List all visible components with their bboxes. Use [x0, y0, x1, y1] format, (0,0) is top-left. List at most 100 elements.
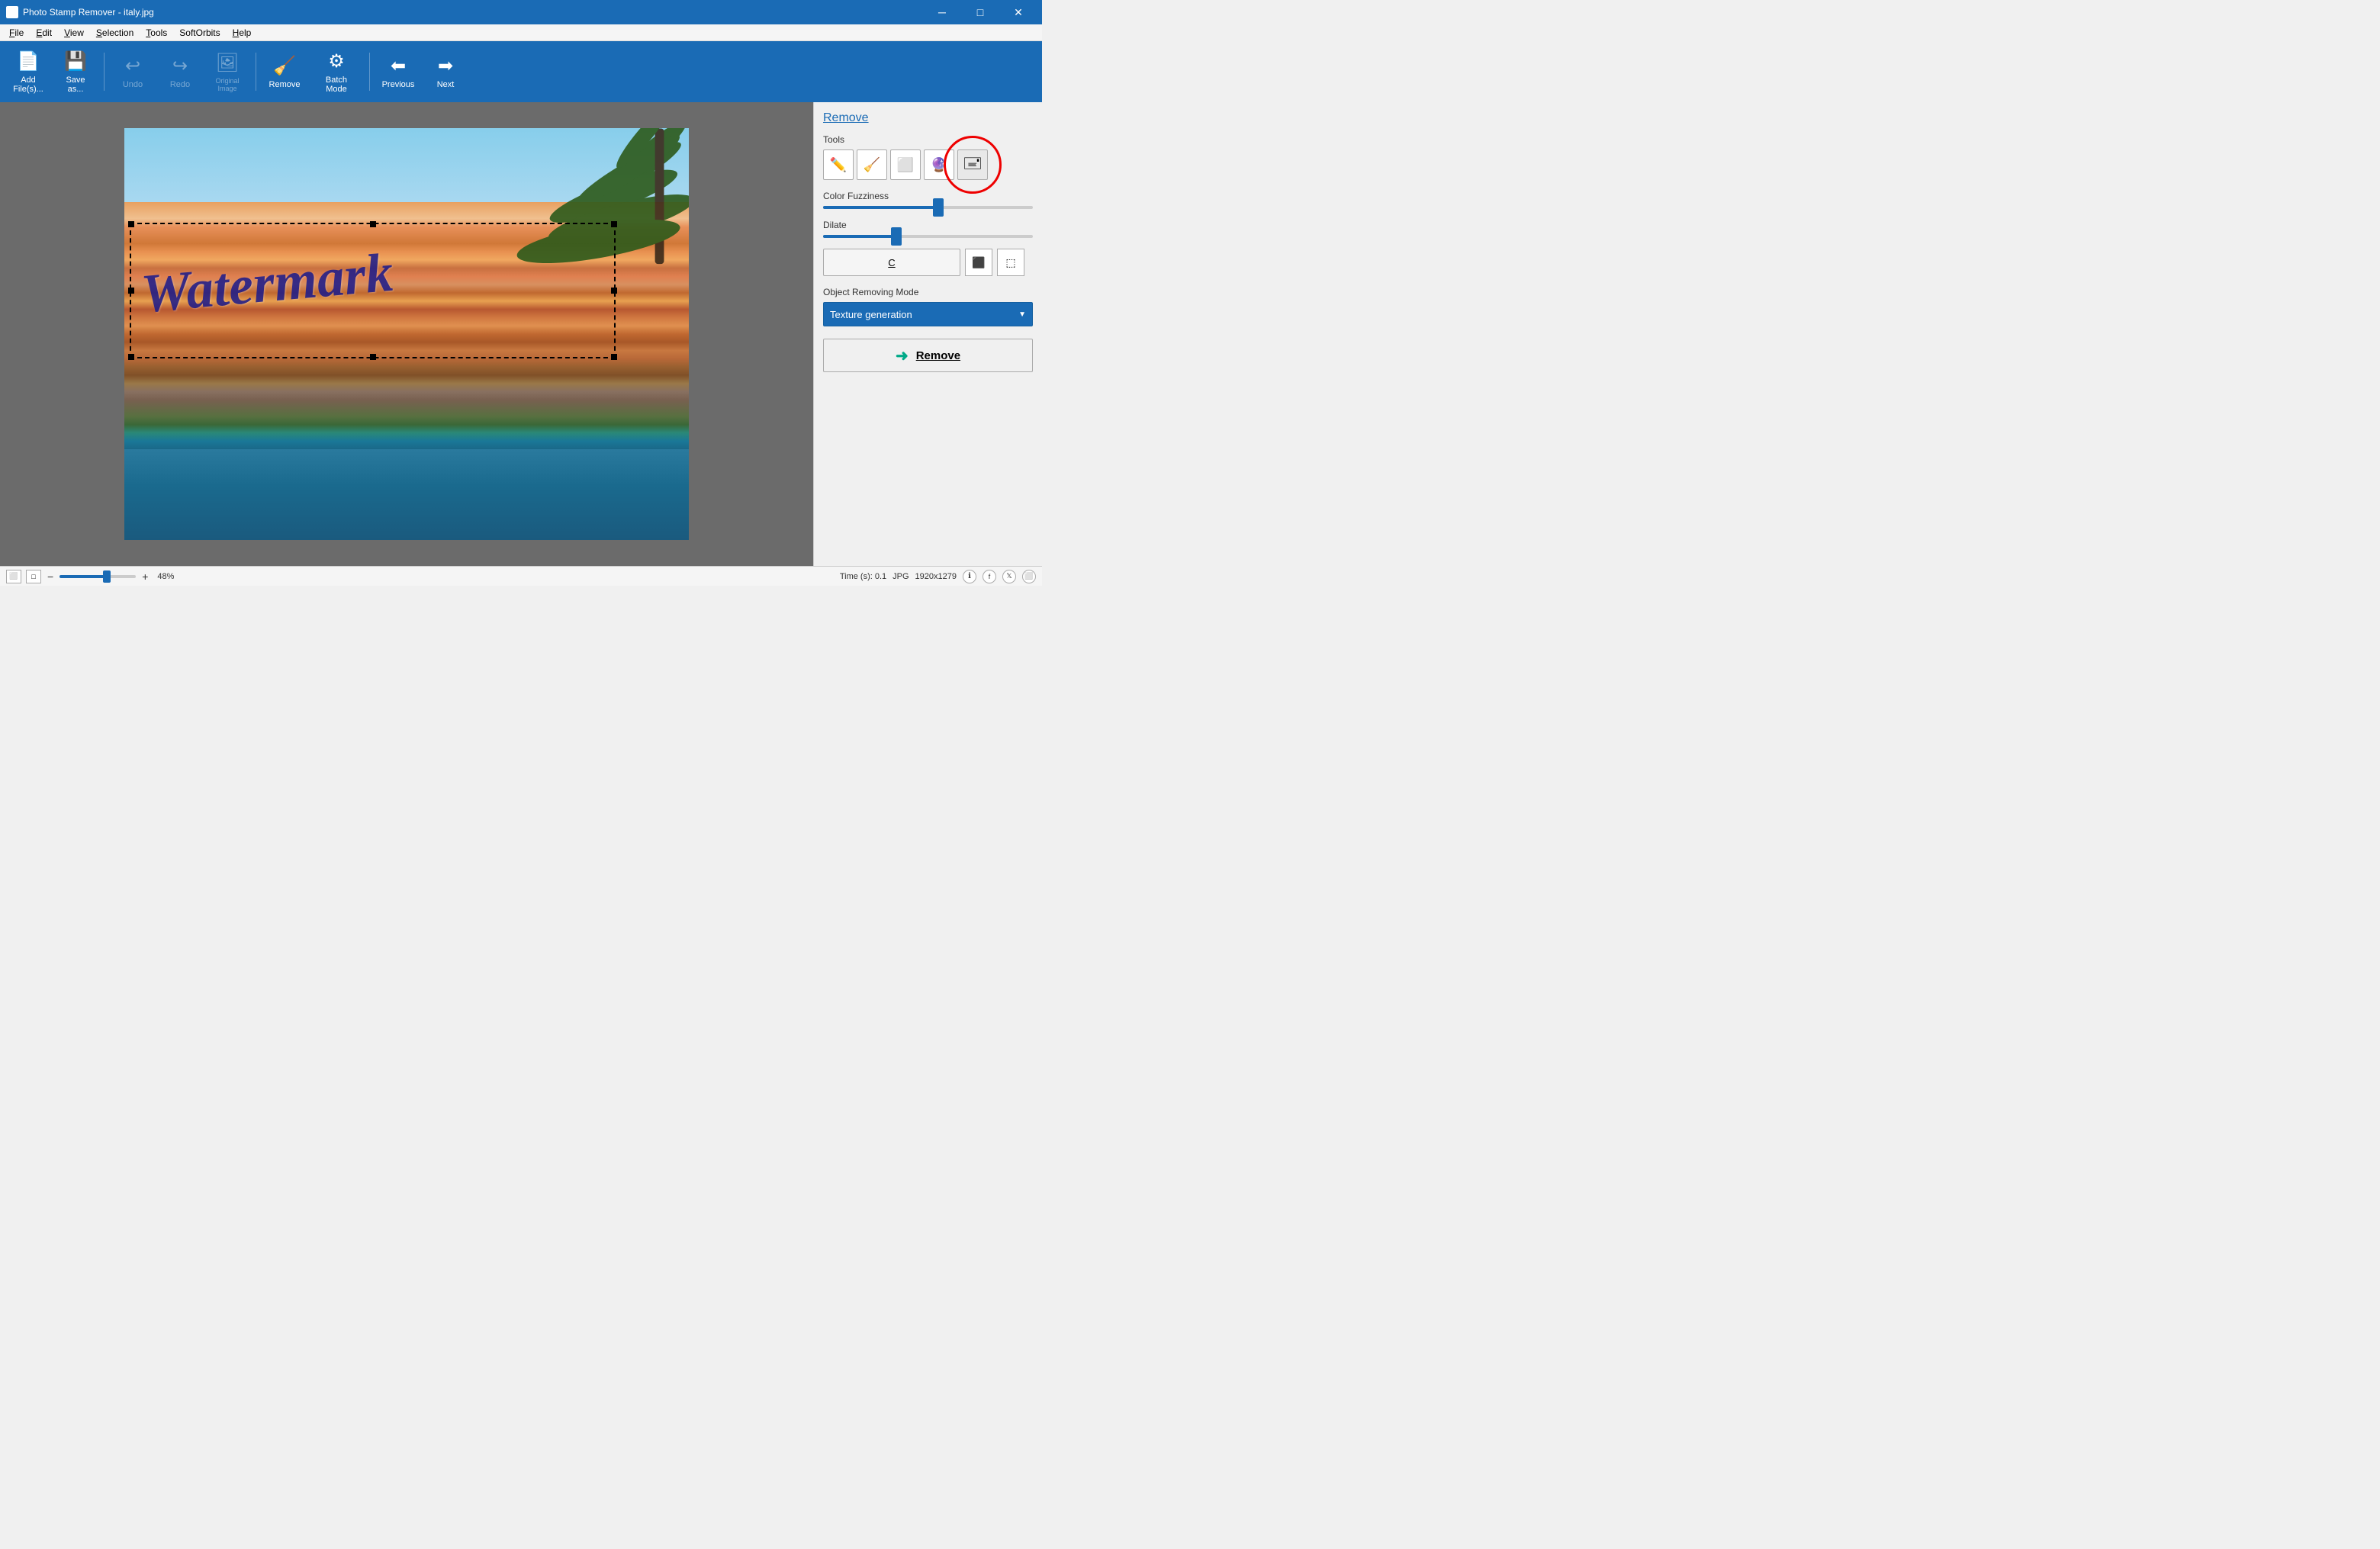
- invert-selection-button[interactable]: ⬚: [997, 249, 1024, 276]
- mode-dropdown[interactable]: Texture generation ▼: [823, 302, 1033, 326]
- tools-row: ✏️ 🧹 ⬜ 🔮 🖃: [823, 149, 1033, 180]
- dilate-fill: [823, 235, 896, 238]
- zoom-plus-icon[interactable]: +: [142, 570, 148, 583]
- undo-label: Undo: [123, 80, 143, 89]
- object-removing-mode-label: Object Removing Mode: [823, 287, 1033, 297]
- panel-title: Remove: [823, 111, 1033, 125]
- menu-help[interactable]: Help: [227, 26, 258, 40]
- menu-bar: File Edit View Selection Tools SoftOrbit…: [0, 24, 1042, 41]
- menu-selection[interactable]: Selection: [90, 26, 140, 40]
- window-title: Photo Stamp Remover - italy.jpg: [23, 7, 154, 18]
- facebook-icon[interactable]: f: [983, 570, 996, 583]
- zoom-slider[interactable]: [60, 575, 136, 578]
- minimize-button[interactable]: ─: [925, 0, 960, 24]
- dilate-thumb[interactable]: [891, 227, 902, 246]
- undo-button[interactable]: ↩ Undo: [111, 45, 155, 98]
- time-label: Time (s): 0.1: [840, 572, 886, 581]
- canvas-area[interactable]: Watermark: [0, 102, 813, 566]
- image-container: Watermark: [124, 128, 689, 540]
- dimensions-label: 1920x1279: [915, 572, 957, 581]
- clear-selection-button[interactable]: C: [823, 249, 960, 276]
- separator-1: [104, 53, 105, 91]
- status-zoom-icon[interactable]: □: [26, 570, 41, 583]
- redo-label: Redo: [170, 80, 190, 89]
- toolbar: 📄 AddFile(s)... 💾 Saveas... ↩ Undo ↪ Red…: [0, 41, 1042, 102]
- info-icon[interactable]: ℹ: [963, 570, 976, 583]
- color-fuzziness-label: Color Fuzziness: [823, 191, 1033, 201]
- save-as-icon: 💾: [64, 50, 87, 72]
- next-icon: ➡: [438, 55, 453, 77]
- menu-tools[interactable]: Tools: [140, 26, 173, 40]
- batch-mode-icon: ⚙: [328, 50, 345, 72]
- menu-edit[interactable]: Edit: [30, 26, 58, 40]
- italy-photo: Watermark: [124, 128, 689, 540]
- save-as-button[interactable]: 💾 Saveas...: [53, 45, 98, 98]
- dilate-slider[interactable]: [823, 235, 1033, 238]
- lasso-tool-button[interactable]: 🔮: [924, 149, 954, 180]
- color-fuzziness-slider[interactable]: [823, 206, 1033, 209]
- dilate-row: Dilate: [823, 220, 1033, 238]
- title-bar: Photo Stamp Remover - italy.jpg ─ □ ✕: [0, 0, 1042, 24]
- original-image-icon: 🖼: [216, 52, 239, 74]
- color-fuzziness-thumb[interactable]: [933, 198, 944, 217]
- batch-mode-button[interactable]: ⚙ BatchMode: [310, 45, 363, 98]
- water-layer: [124, 449, 689, 540]
- previous-button[interactable]: ⬅ Previous: [376, 45, 420, 98]
- add-files-icon: 📄: [17, 50, 40, 72]
- remove-arrow-icon: ➜: [896, 346, 909, 365]
- batch-mode-label: BatchMode: [326, 76, 347, 94]
- maximize-button[interactable]: □: [963, 0, 998, 24]
- remove-toolbar-button[interactable]: 🧹 Remove: [262, 45, 307, 98]
- mode-selected-value: Texture generation: [830, 309, 912, 320]
- side-panel: Remove Tools ✏️ 🧹 ⬜ 🔮 🖃 Color Fuzziness: [813, 102, 1042, 566]
- separator-3: [369, 53, 370, 91]
- stamp-tool-button[interactable]: 🖃: [957, 149, 988, 180]
- clear-selection-label: C: [888, 257, 895, 268]
- original-image-label: Original Image: [208, 77, 246, 92]
- save-as-label: Saveas...: [66, 76, 85, 94]
- color-fuzziness-fill: [823, 206, 938, 209]
- undo-icon: ↩: [125, 55, 140, 77]
- zoom-fill: [60, 575, 105, 578]
- color-fuzziness-row: Color Fuzziness: [823, 191, 1033, 209]
- remove-icon: 🧹: [273, 55, 296, 77]
- original-image-button[interactable]: 🖼 Original Image: [205, 45, 249, 98]
- redo-icon: ↪: [172, 55, 188, 77]
- menu-softorbits[interactable]: SoftOrbits: [173, 26, 226, 40]
- status-left: ⬜ □ − + 48%: [6, 570, 834, 583]
- remove-toolbar-label: Remove: [269, 80, 301, 89]
- stamp-tool-container: 🖃: [957, 149, 988, 180]
- select-all-button[interactable]: ⬛: [965, 249, 992, 276]
- dropdown-arrow-icon: ▼: [1018, 310, 1026, 319]
- status-right: Time (s): 0.1 JPG 1920x1279 ℹ f 𝕏 ⬜: [840, 570, 1036, 583]
- next-label: Next: [437, 80, 455, 89]
- zoom-level: 48%: [157, 572, 174, 581]
- rect-select-tool-button[interactable]: ⬜: [890, 149, 921, 180]
- format-label: JPG: [892, 572, 909, 581]
- eraser-tool-button[interactable]: 🧹: [857, 149, 887, 180]
- zoom-slider-container: [60, 575, 136, 578]
- window-controls: ─ □ ✕: [925, 0, 1036, 24]
- selection-actions-row: C ⬛ ⬚: [823, 249, 1033, 276]
- dilate-label: Dilate: [823, 220, 1033, 230]
- app-icon: [6, 6, 18, 18]
- previous-icon: ⬅: [391, 55, 406, 77]
- zoom-thumb[interactable]: [103, 570, 111, 583]
- previous-label: Previous: [382, 80, 415, 89]
- share-icon[interactable]: ⬜: [1022, 570, 1036, 583]
- add-files-label: AddFile(s)...: [13, 76, 43, 94]
- add-files-button[interactable]: 📄 AddFile(s)...: [6, 45, 50, 98]
- remove-button[interactable]: ➜ Remove: [823, 339, 1033, 372]
- menu-file[interactable]: File: [3, 26, 30, 40]
- menu-view[interactable]: View: [58, 26, 90, 40]
- pencil-tool-button[interactable]: ✏️: [823, 149, 854, 180]
- redo-button[interactable]: ↪ Redo: [158, 45, 202, 98]
- remove-button-label: Remove: [916, 349, 960, 362]
- close-button[interactable]: ✕: [1001, 0, 1036, 24]
- next-button[interactable]: ➡ Next: [423, 45, 468, 98]
- status-bar: ⬜ □ − + 48% Time (s): 0.1 JPG 1920x1279 …: [0, 566, 1042, 586]
- main-area: Watermark Remove Too: [0, 102, 1042, 566]
- zoom-minus-icon[interactable]: −: [47, 570, 53, 583]
- twitter-icon[interactable]: 𝕏: [1002, 570, 1016, 583]
- status-select-icon[interactable]: ⬜: [6, 570, 21, 583]
